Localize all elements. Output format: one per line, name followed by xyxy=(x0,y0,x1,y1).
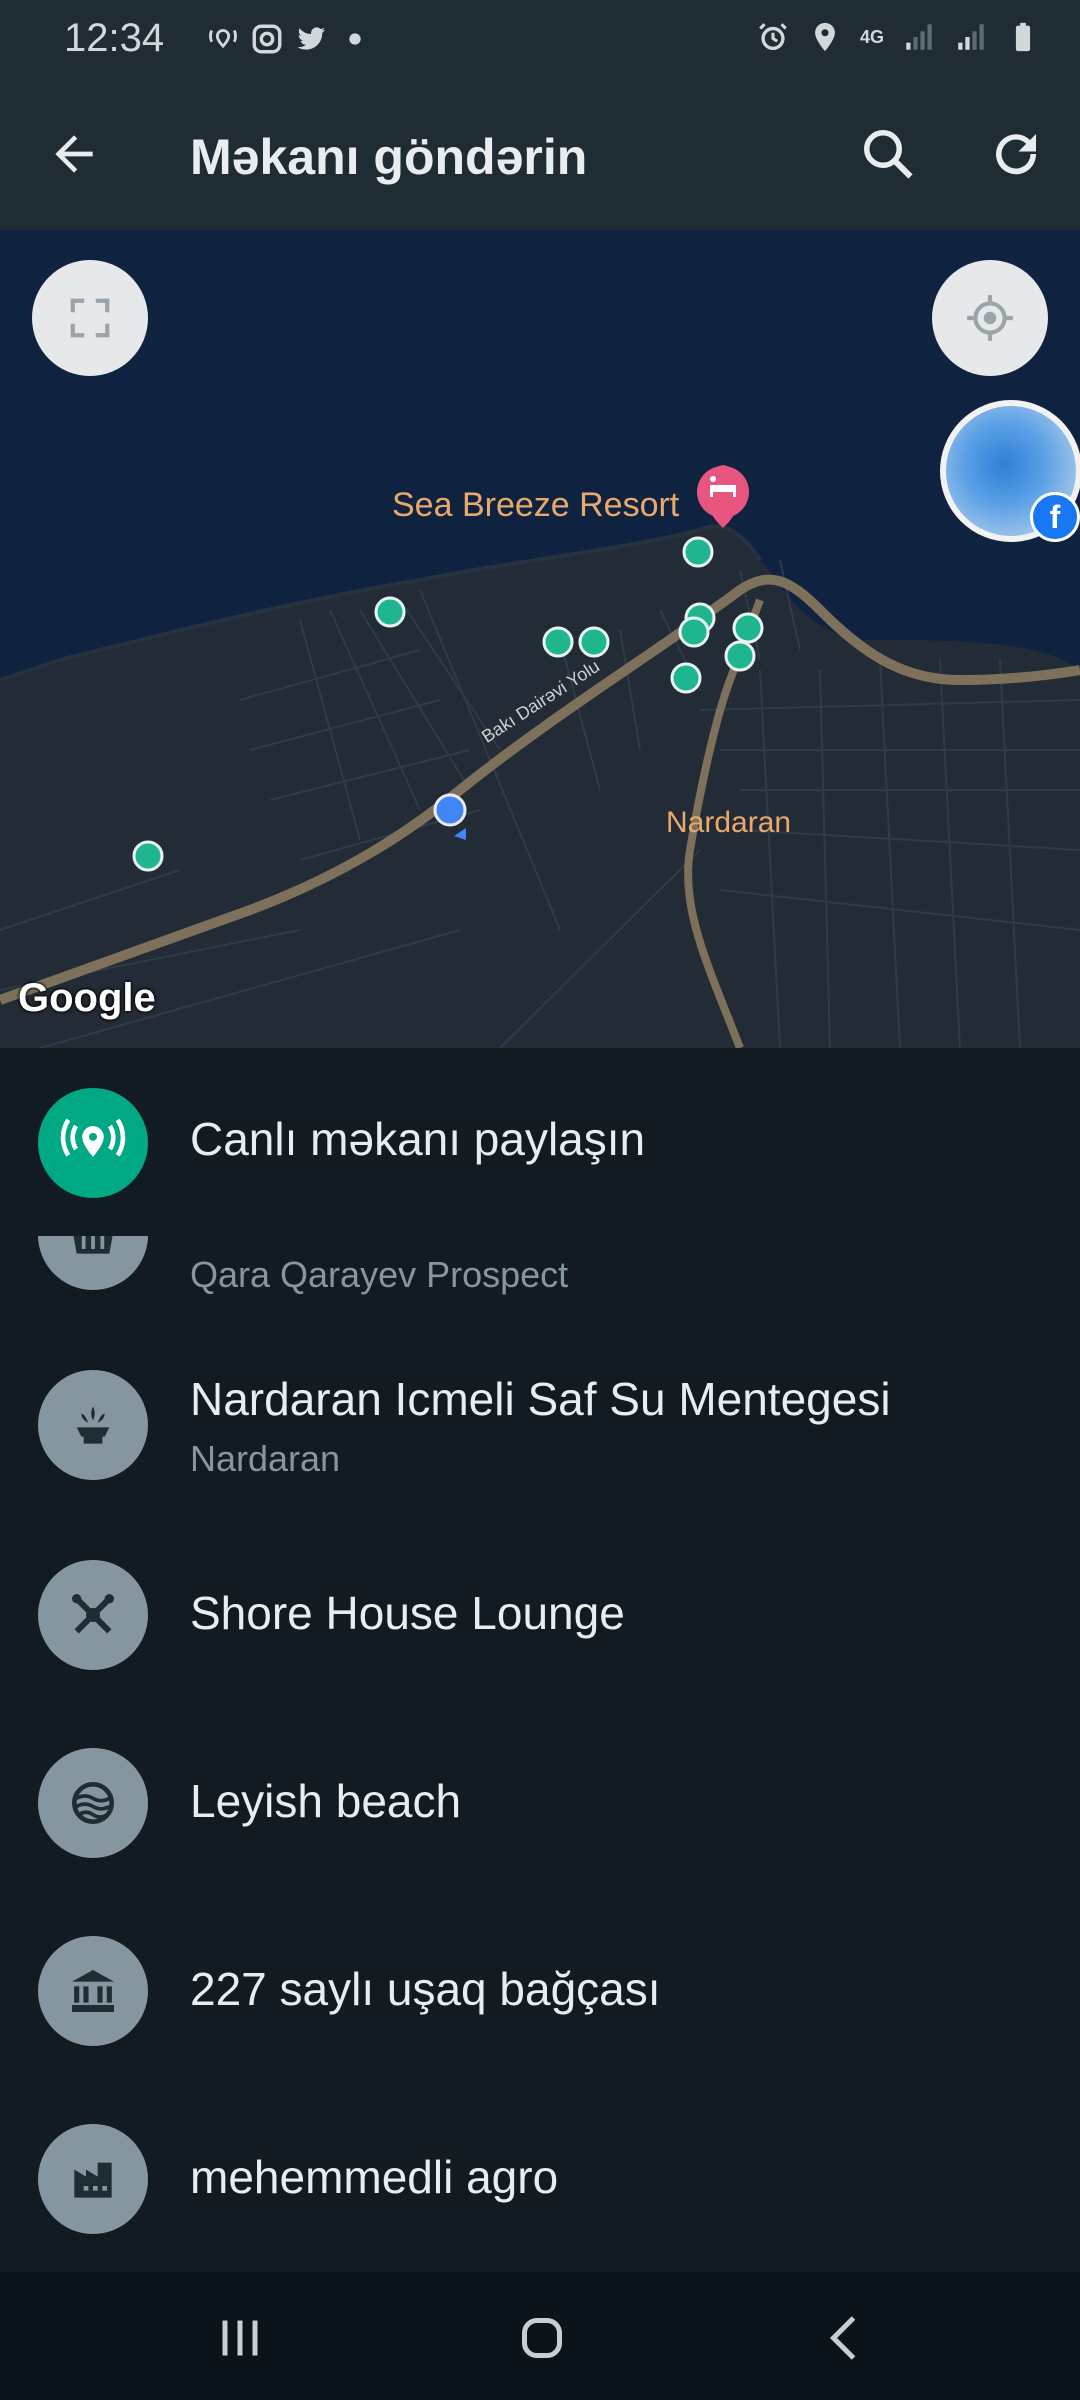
list-item[interactable]: 227 saylı uşaq bağçası xyxy=(0,1900,1080,2088)
beach-icon xyxy=(38,1748,148,1858)
place-address: Qara Qarayev Prospect xyxy=(190,1254,569,1295)
fountain-icon xyxy=(38,1370,148,1480)
list-item[interactable]: mehemmedli agro xyxy=(0,2088,1080,2272)
google-attribution: Google xyxy=(18,976,156,1020)
place-name: Nardaran Icmeli Saf Su Mentegesi xyxy=(190,1373,891,1425)
facebook-icon: f xyxy=(1030,492,1080,542)
system-icons: 4G xyxy=(756,20,1040,54)
instagram-icon xyxy=(252,24,282,54)
list-item[interactable]: Shore House Lounge xyxy=(0,1524,1080,1712)
list-item[interactable]: Nardaran Icmeli Saf Su Mentegesi Nardara… xyxy=(0,1336,1080,1524)
list-item[interactable]: Leyish beach xyxy=(0,1712,1080,1900)
place-name: 227 saylı uşaq bağçası xyxy=(190,1963,661,2015)
fullscreen-icon xyxy=(70,298,110,338)
place-name: Leyish beach xyxy=(190,1775,462,1827)
back-icon[interactable] xyxy=(816,2308,876,2368)
factory-icon xyxy=(38,2124,148,2234)
location-icon xyxy=(815,22,835,52)
live-location-label: Canlı məkanı paylaşın xyxy=(190,1113,646,1165)
battery-icon xyxy=(1015,22,1031,52)
fullscreen-button[interactable] xyxy=(32,260,148,376)
map-canvas[interactable] xyxy=(0,230,1080,1048)
refresh-icon[interactable] xyxy=(986,124,1046,184)
dot-icon xyxy=(349,33,361,45)
twitter-icon xyxy=(297,27,326,50)
search-icon[interactable] xyxy=(858,124,918,184)
crosshair-icon xyxy=(967,295,1013,341)
status-time: 12:34 xyxy=(64,16,165,60)
signal-icon xyxy=(958,24,984,50)
map-view[interactable]: Sea Breeze Resort Nardaran Bakı Dairəvi … xyxy=(0,230,1080,1048)
app-bar: Məkanı göndərin xyxy=(0,80,1080,230)
map-label-area: Nardaran xyxy=(666,806,792,839)
basket-icon xyxy=(38,1236,148,1290)
map-label-resort[interactable]: Sea Breeze Resort xyxy=(392,486,679,525)
notification-icons xyxy=(206,22,372,56)
nearby-places-list[interactable]: Qara Qarayev Prospect Nardaran Icmeli Sa… xyxy=(0,1236,1080,2272)
status-bar: 12:34 4G xyxy=(0,0,1080,80)
wifi-calling-icon xyxy=(209,29,237,49)
network-type: 4G xyxy=(859,27,884,47)
recent-apps-icon[interactable] xyxy=(210,2308,270,2368)
share-live-location[interactable]: Canlı məkanı paylaşın xyxy=(0,1048,1080,1237)
arrow-left-icon[interactable] xyxy=(46,126,102,182)
place-name: Shore House Lounge xyxy=(190,1587,625,1639)
home-icon[interactable] xyxy=(512,2308,572,2368)
live-location-icon xyxy=(38,1088,148,1198)
signal-icon xyxy=(906,24,932,50)
system-nav-bar xyxy=(0,2272,1080,2400)
place-address: Nardaran xyxy=(190,1438,341,1479)
my-location-button[interactable] xyxy=(932,260,1048,376)
list-item[interactable]: Qara Qarayev Prospect xyxy=(0,1236,1080,1328)
place-name: mehemmedli agro xyxy=(190,2151,559,2203)
alarm-icon xyxy=(759,23,787,51)
museum-icon xyxy=(38,1936,148,2046)
page-title: Məkanı göndərin xyxy=(190,129,588,185)
cutlery-icon xyxy=(38,1560,148,1670)
